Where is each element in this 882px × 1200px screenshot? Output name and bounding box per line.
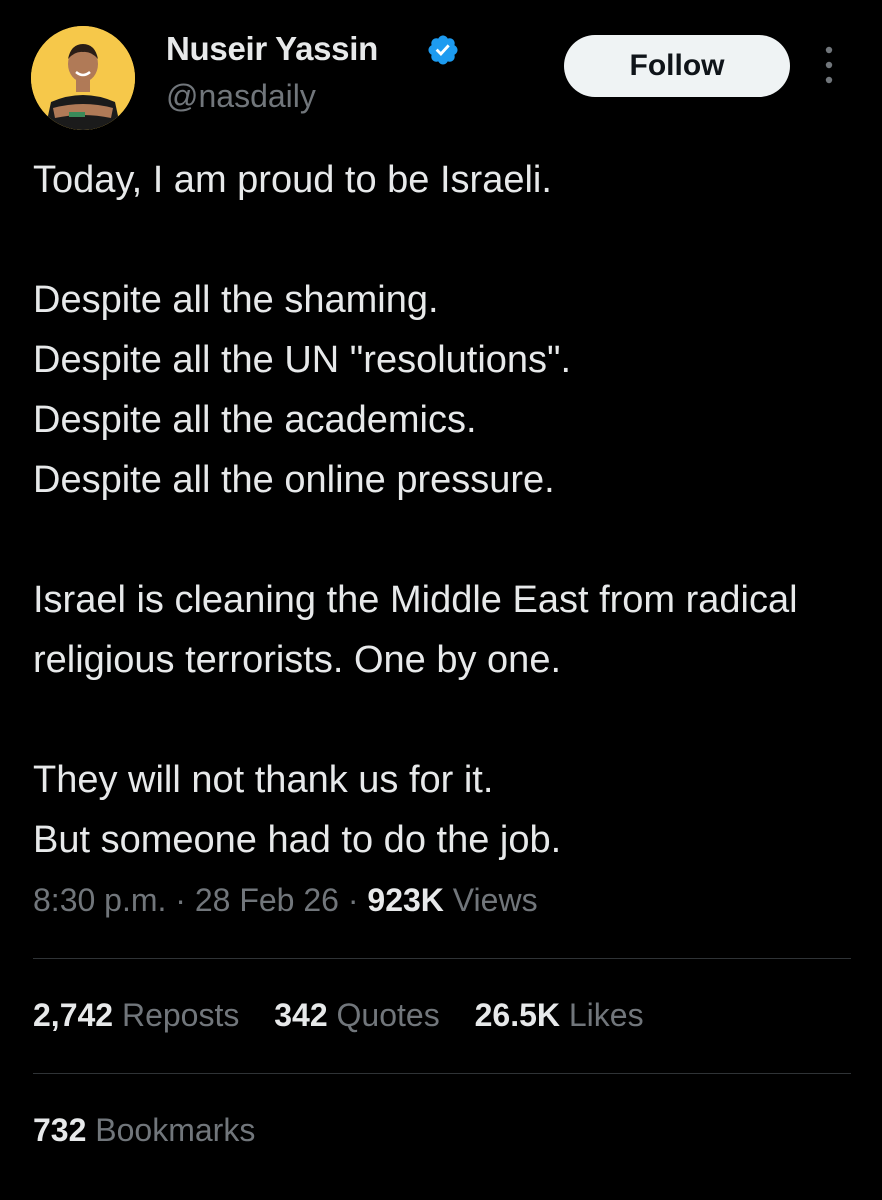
likes-stat[interactable]: 26.5K Likes [475,997,644,1033]
bookmarks-count: 732 [33,1112,87,1148]
meta-separator: · [338,882,368,918]
reposts-stat[interactable]: 2,742 Reposts [33,997,239,1033]
avatar[interactable] [31,26,135,130]
views-label: Views [443,882,538,918]
views-count: 923K [367,882,444,918]
verified-badge-icon [428,35,458,65]
likes-label: Likes [559,997,644,1033]
bookmarks-label: Bookmarks [86,1112,256,1148]
tweet-meta: 8:30 p.m. · 28 Feb 26 · 923K Views [33,882,538,919]
quotes-label: Quotes [327,997,440,1033]
engagement-stats: 2,742 Reposts 342 Quotes 26.5K Likes [33,997,670,1034]
divider [33,958,851,959]
reposts-label: Reposts [113,997,240,1033]
tweet-text: Today, I am proud to be Israeli. Despite… [33,159,798,861]
meta-separator: · [166,882,195,918]
bookmarks-stat[interactable]: 732 Bookmarks [33,1112,255,1149]
follow-button[interactable]: Follow [564,35,790,97]
more-vertical-icon[interactable] [817,44,841,86]
quotes-stat[interactable]: 342 Quotes [274,997,439,1033]
author-display-name[interactable]: Nuseir Yassin [166,30,378,68]
tweet-date[interactable]: 28 Feb 26 [195,882,339,918]
author-handle[interactable]: @nasdaily [166,78,316,115]
divider [33,1073,851,1074]
tweet-time[interactable]: 8:30 p.m. [33,882,166,918]
reposts-count: 2,742 [33,997,114,1033]
profile-photo [31,26,135,130]
quotes-count: 342 [274,997,328,1033]
likes-count: 26.5K [474,997,560,1033]
